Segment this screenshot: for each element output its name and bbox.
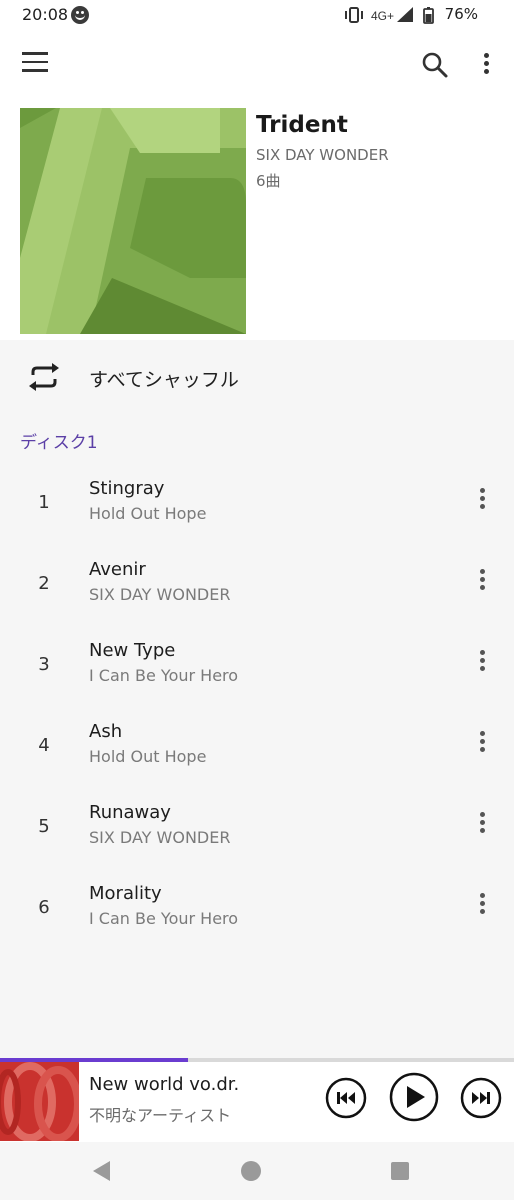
more-vert-icon[interactable]: [470, 569, 494, 595]
album-track-count: 6曲: [256, 172, 281, 190]
skip-previous-icon[interactable]: [325, 1077, 367, 1119]
track-row[interactable]: 5 Runaway SIX DAY WONDER: [0, 794, 514, 875]
track-subtitle: SIX DAY WONDER: [89, 585, 231, 604]
track-title: New Type: [89, 640, 176, 661]
signal-icon: [397, 7, 413, 22]
track-subtitle: I Can Be Your Hero: [89, 909, 239, 928]
back-triangle-icon[interactable]: [92, 1160, 112, 1182]
track-title: Avenir: [89, 559, 146, 580]
app-bar: [0, 30, 514, 100]
shuffle-all-button[interactable]: すべてシャッフル: [0, 348, 514, 406]
mini-player[interactable]: New world vo.dr. 不明なアーティスト: [0, 1058, 514, 1142]
track-title: Stingray: [89, 478, 165, 499]
status-time: 20:08: [22, 5, 69, 24]
track-row[interactable]: 1 Stingray Hold Out Hope: [0, 470, 514, 551]
skip-next-icon[interactable]: [460, 1077, 502, 1119]
track-number: 2: [38, 573, 50, 594]
more-vert-icon[interactable]: [470, 650, 494, 676]
track-subtitle: Hold Out Hope: [89, 747, 207, 766]
menu-icon[interactable]: [22, 52, 48, 74]
track-subtitle: I Can Be Your Hero: [89, 666, 239, 685]
track-subtitle: SIX DAY WONDER: [89, 828, 231, 847]
track-number: 4: [38, 735, 50, 756]
system-nav-bar: [0, 1142, 514, 1200]
status-bar: 20:08 4G+ 76%: [0, 0, 514, 30]
search-icon[interactable]: [420, 50, 450, 80]
battery-percent: 76%: [444, 5, 478, 23]
now-playing-art: [0, 1062, 79, 1141]
album-art: [20, 108, 246, 334]
track-number: 1: [38, 492, 50, 513]
more-vert-icon[interactable]: [470, 731, 494, 757]
disc-label: ディスク1: [20, 433, 98, 453]
home-circle-icon[interactable]: [240, 1160, 262, 1182]
play-icon[interactable]: [389, 1072, 439, 1122]
track-title: Ash: [89, 721, 123, 742]
recents-square-icon[interactable]: [390, 1161, 410, 1181]
battery-icon: [423, 7, 434, 24]
now-playing-title: New world vo.dr.: [89, 1074, 240, 1095]
vibrate-icon: [345, 7, 363, 23]
shuffle-all-label: すべてシャッフル: [89, 369, 239, 391]
repeat-icon: [29, 363, 59, 391]
status-icons: 4G+: [345, 7, 434, 24]
track-number: 3: [38, 654, 50, 675]
more-vert-icon[interactable]: [470, 893, 494, 919]
more-vert-icon[interactable]: [470, 812, 494, 838]
album-header: Trident SIX DAY WONDER 6曲: [0, 100, 514, 340]
track-subtitle: Hold Out Hope: [89, 504, 207, 523]
now-playing-artist: 不明なアーティスト: [89, 1106, 232, 1125]
track-row[interactable]: 2 Avenir SIX DAY WONDER: [0, 551, 514, 632]
network-type: 4G+: [371, 9, 394, 23]
track-row[interactable]: 3 New Type I Can Be Your Hero: [0, 632, 514, 713]
album-title: Trident: [256, 112, 348, 138]
more-vert-icon[interactable]: [476, 50, 496, 80]
track-number: 5: [38, 816, 50, 837]
album-artist[interactable]: SIX DAY WONDER: [256, 146, 389, 164]
track-title: Morality: [89, 883, 162, 904]
track-number: 6: [38, 897, 50, 918]
more-vert-icon[interactable]: [470, 488, 494, 514]
track-title: Runaway: [89, 802, 171, 823]
track-row[interactable]: 4 Ash Hold Out Hope: [0, 713, 514, 794]
track-row[interactable]: 6 Morality I Can Be Your Hero: [0, 875, 514, 956]
